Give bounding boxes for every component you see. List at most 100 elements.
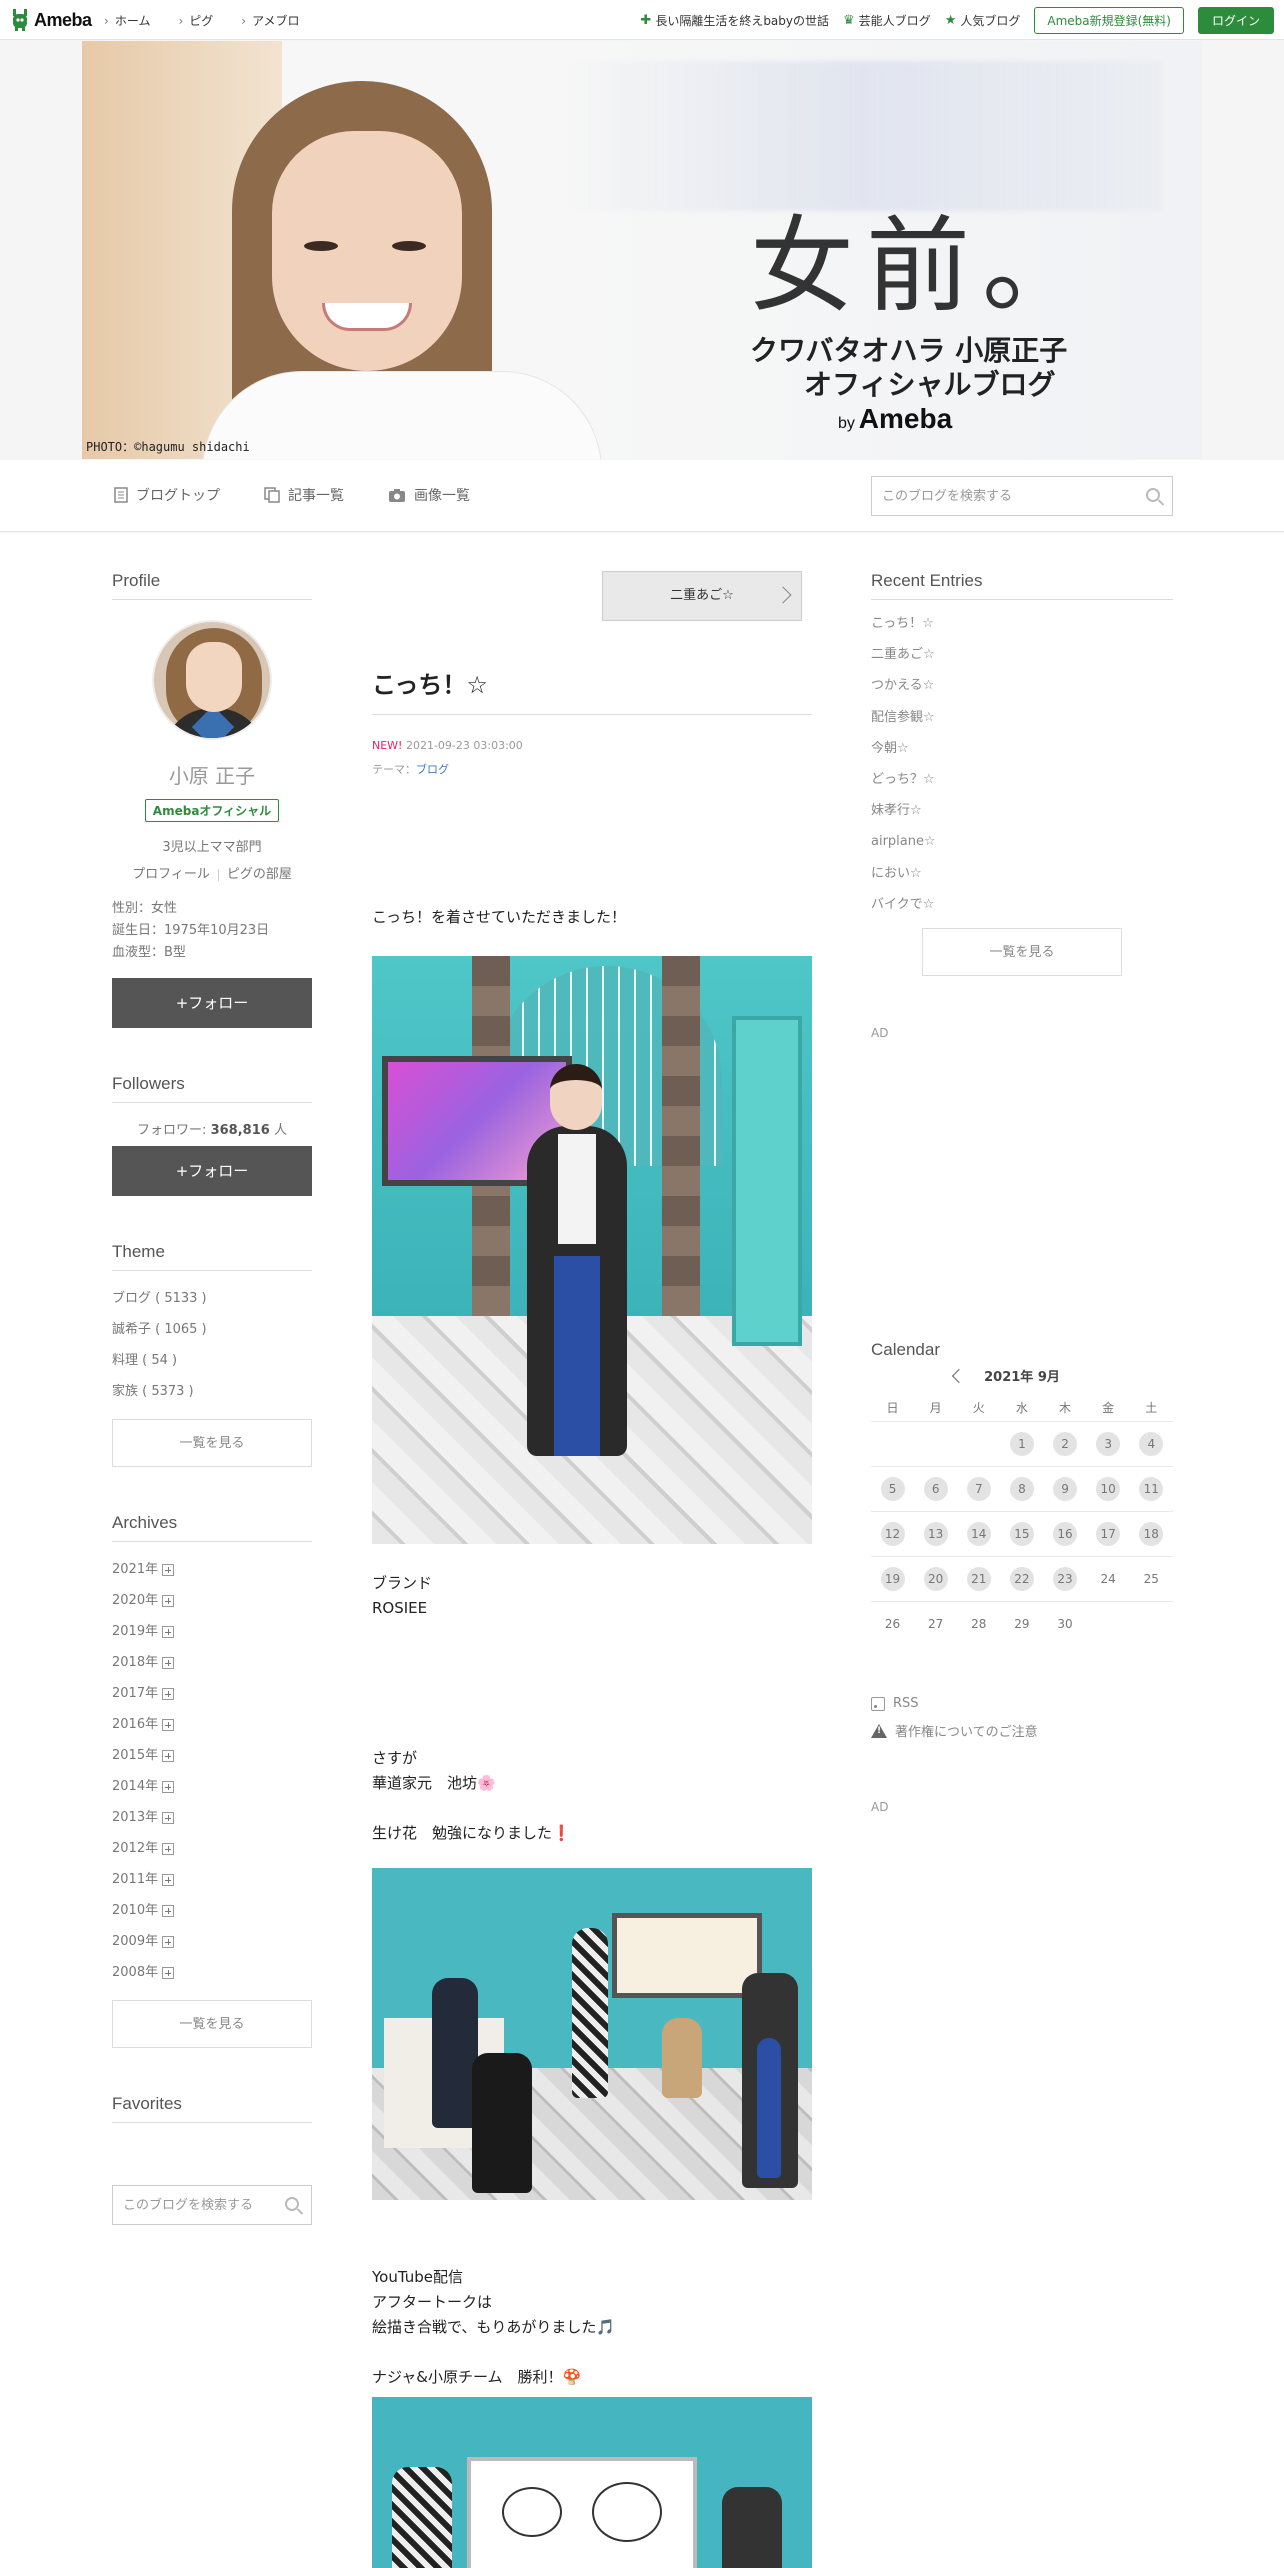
- nav-pigg[interactable]: ピグ: [178, 12, 213, 29]
- calendar-day[interactable]: 12: [880, 1522, 905, 1547]
- pigg-room-link[interactable]: ピグの部屋: [227, 867, 292, 882]
- expand-icon[interactable]: [162, 1749, 175, 1762]
- blog-search-input[interactable]: [872, 477, 1172, 515]
- nav-ameblo[interactable]: アメブロ: [241, 12, 299, 29]
- archive-item[interactable]: 2014年: [112, 1771, 312, 1802]
- search-icon[interactable]: [285, 2197, 299, 2211]
- profile-name[interactable]: 小原 正子: [112, 760, 312, 789]
- nav-home[interactable]: ホーム: [104, 12, 151, 29]
- profile-tagline[interactable]: 3児以上ママ部門: [112, 836, 312, 855]
- calendar-day[interactable]: 11: [1139, 1477, 1164, 1502]
- trending-link[interactable]: ✚ 長い隔離生活を終えbabyの世話: [640, 12, 829, 29]
- calendar-day[interactable]: 4: [1139, 1432, 1164, 1457]
- expand-icon[interactable]: [162, 1625, 175, 1638]
- calendar-day[interactable]: 16: [1053, 1522, 1078, 1547]
- celebrity-blog-link[interactable]: ♛ 芸能人ブログ: [843, 12, 931, 29]
- calendar-day[interactable]: 21: [966, 1567, 991, 1592]
- calendar-day[interactable]: 10: [1096, 1477, 1121, 1502]
- archive-item[interactable]: 2013年: [112, 1802, 312, 1833]
- archive-item[interactable]: 2019年: [112, 1616, 312, 1647]
- archive-item[interactable]: 2012年: [112, 1833, 312, 1864]
- login-button[interactable]: ログイン: [1197, 7, 1274, 34]
- calendar-day[interactable]: 1: [1009, 1432, 1034, 1457]
- recent-more-button[interactable]: 一覧を見る: [922, 928, 1122, 977]
- theme-item[interactable]: ブログ ( 5133 ): [112, 1283, 312, 1314]
- expand-icon[interactable]: [162, 1656, 175, 1669]
- register-button[interactable]: Ameba新規登録(無料): [1034, 7, 1184, 34]
- archive-item[interactable]: 2010年: [112, 1895, 312, 1926]
- expand-icon[interactable]: [162, 1780, 175, 1793]
- article-photo-2[interactable]: [372, 1868, 812, 2200]
- expand-icon[interactable]: [162, 1842, 175, 1855]
- ad-slot[interactable]: [871, 1040, 1173, 1340]
- archive-item[interactable]: 2021年: [112, 1554, 312, 1585]
- calendar-day[interactable]: 2: [1053, 1432, 1078, 1457]
- copyright-notice-link[interactable]: 著作権についてのご注意: [871, 1721, 1173, 1740]
- blog-header-banner[interactable]: PHOTO：©hagumu shidachi 女前。 クワバタオハラ 小原正子 …: [82, 41, 1202, 459]
- expand-icon[interactable]: [162, 1966, 175, 1979]
- expand-icon[interactable]: [162, 1904, 175, 1917]
- tab-blog-top[interactable]: ブログトップ: [114, 485, 220, 505]
- calendar-day[interactable]: 18: [1139, 1522, 1164, 1547]
- recent-entry[interactable]: 妹孝行☆: [871, 795, 1173, 826]
- profile-link[interactable]: プロフィール: [132, 867, 210, 882]
- calendar-day[interactable]: 8: [1009, 1477, 1034, 1502]
- official-badge[interactable]: Amebaオフィシャル: [145, 799, 279, 822]
- archive-item[interactable]: 2017年: [112, 1678, 312, 1709]
- theme-item[interactable]: 誠希子 ( 1065 ): [112, 1314, 312, 1345]
- calendar-day[interactable]: 13: [923, 1522, 948, 1547]
- calendar-day[interactable]: 23: [1053, 1567, 1078, 1592]
- theme-more-button[interactable]: 一覧を見る: [112, 1419, 312, 1467]
- recent-entry[interactable]: バイクで☆: [871, 889, 1173, 920]
- recent-entry[interactable]: 二重あご☆: [871, 639, 1173, 670]
- archive-item[interactable]: 2015年: [112, 1740, 312, 1771]
- ameba-logo[interactable]: Ameba: [10, 8, 92, 32]
- expand-icon[interactable]: [162, 1687, 175, 1700]
- prev-entry-button[interactable]: 二重あご☆: [602, 571, 802, 621]
- expand-icon[interactable]: [162, 1718, 175, 1731]
- archive-item[interactable]: 2009年: [112, 1926, 312, 1957]
- article-photo-3[interactable]: [372, 2397, 812, 2568]
- calendar-day[interactable]: 9: [1053, 1477, 1078, 1502]
- avatar[interactable]: [152, 620, 272, 740]
- recent-entry[interactable]: airplane☆: [871, 826, 1173, 857]
- article-theme-link[interactable]: ブログ: [416, 763, 449, 776]
- sidebar-search-input[interactable]: [113, 2186, 311, 2224]
- archive-item[interactable]: 2016年: [112, 1709, 312, 1740]
- calendar-day[interactable]: 14: [966, 1522, 991, 1547]
- article-title[interactable]: こっち！☆: [372, 665, 812, 715]
- calendar-day[interactable]: 20: [923, 1567, 948, 1592]
- expand-icon[interactable]: [162, 1873, 175, 1886]
- calendar-day[interactable]: 22: [1009, 1567, 1034, 1592]
- rss-link[interactable]: RSS: [871, 1696, 1173, 1711]
- calendar-day[interactable]: 5: [880, 1477, 905, 1502]
- popular-blog-link[interactable]: ★ 人気ブログ: [945, 12, 1021, 29]
- recent-entry[interactable]: どっち？☆: [871, 764, 1173, 795]
- theme-item[interactable]: 料理 ( 54 ): [112, 1345, 312, 1376]
- archive-item[interactable]: 2011年: [112, 1864, 312, 1895]
- tab-entry-list[interactable]: 記事一覧: [264, 485, 344, 505]
- tab-image-list[interactable]: 画像一覧: [388, 485, 470, 505]
- recent-entry[interactable]: 今朝☆: [871, 733, 1173, 764]
- calendar-day[interactable]: 7: [966, 1477, 991, 1502]
- calendar-day[interactable]: 15: [1009, 1522, 1034, 1547]
- archive-item[interactable]: 2018年: [112, 1647, 312, 1678]
- follow-button[interactable]: +フォロー: [112, 978, 312, 1028]
- expand-icon[interactable]: [162, 1811, 175, 1824]
- calendar-day[interactable]: 3: [1096, 1432, 1121, 1457]
- recent-entry[interactable]: こっち！☆: [871, 608, 1173, 639]
- theme-item[interactable]: 家族 ( 5373 ): [112, 1376, 312, 1407]
- archive-item[interactable]: 2008年: [112, 1957, 312, 1988]
- chevron-left-icon[interactable]: [952, 1368, 967, 1383]
- followers-count[interactable]: フォロワー: 368,816 人: [112, 1119, 312, 1138]
- archive-item[interactable]: 2020年: [112, 1585, 312, 1616]
- calendar-day[interactable]: 6: [923, 1477, 948, 1502]
- expand-icon[interactable]: [162, 1563, 175, 1576]
- recent-entry[interactable]: におい☆: [871, 858, 1173, 889]
- calendar-day[interactable]: 19: [880, 1567, 905, 1592]
- follow-button-2[interactable]: +フォロー: [112, 1146, 312, 1196]
- search-icon[interactable]: [1146, 488, 1160, 502]
- expand-icon[interactable]: [162, 1935, 175, 1948]
- recent-entry[interactable]: つかえる☆: [871, 670, 1173, 701]
- expand-icon[interactable]: [162, 1594, 175, 1607]
